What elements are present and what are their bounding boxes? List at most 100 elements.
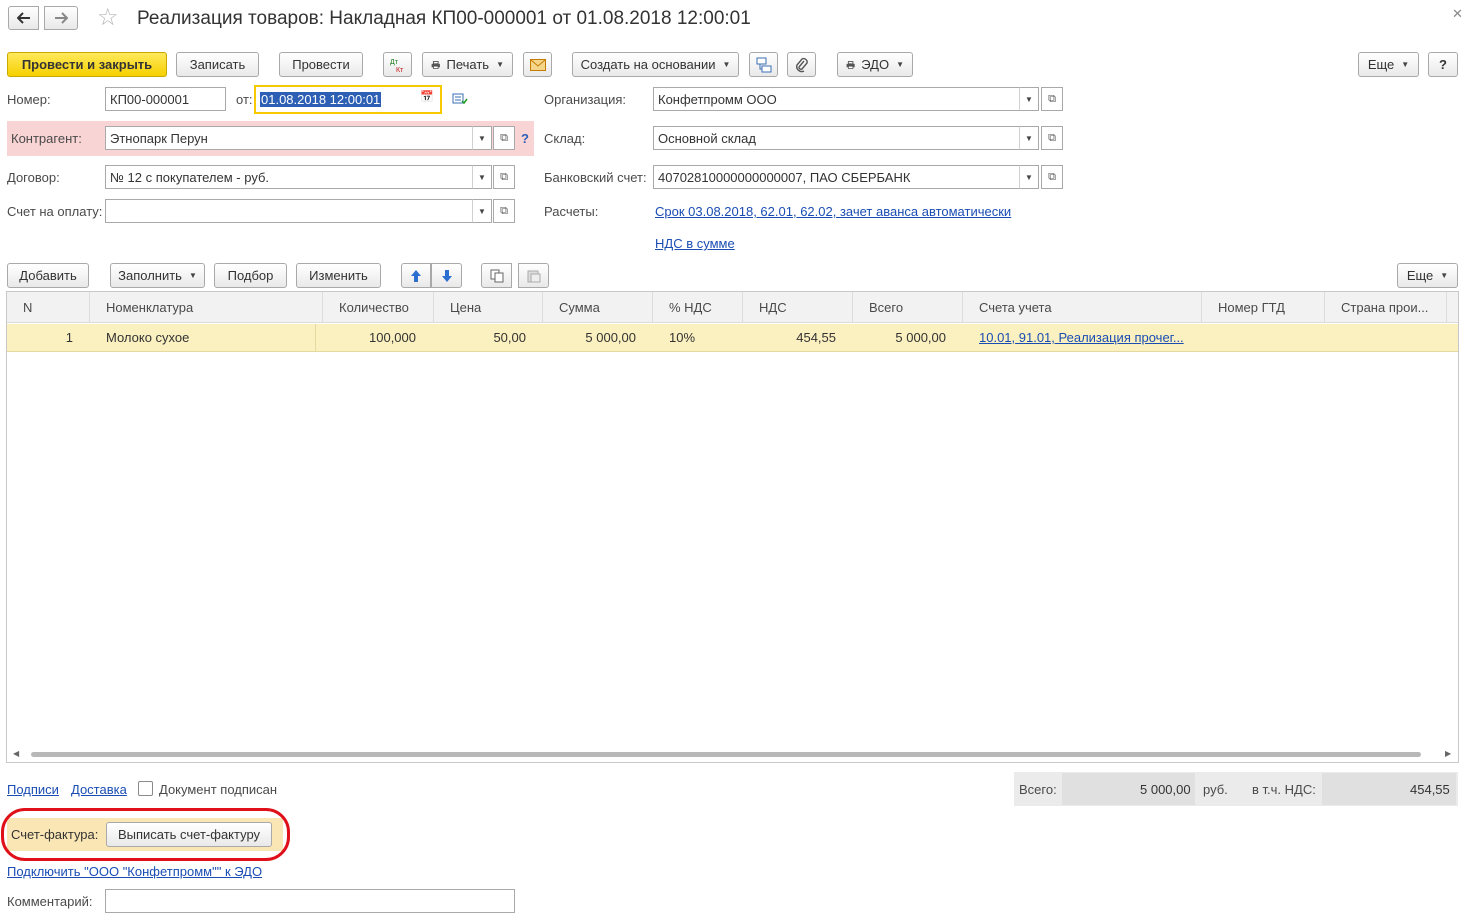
settlements-link[interactable]: Срок 03.08.2018, 62.01, 62.02, зачет ава…	[655, 204, 1011, 219]
total-label: Всего:	[1019, 782, 1057, 797]
column-header[interactable]: Сумма	[543, 292, 653, 323]
help-button[interactable]: ?	[1428, 52, 1458, 77]
change-button[interactable]: Изменить	[296, 263, 381, 288]
scrollbar-thumb[interactable]	[31, 752, 1421, 757]
bank-account-open-icon[interactable]: ⧉	[1041, 165, 1063, 189]
column-header[interactable]: N	[7, 292, 90, 323]
table-header: N Номенклатура Количество Цена Сумма % Н…	[7, 292, 1458, 323]
contract-field[interactable]: № 12 с покупателем - руб.	[105, 165, 474, 189]
structure-button[interactable]	[749, 52, 778, 77]
organization-open-icon[interactable]: ⧉	[1041, 87, 1063, 111]
signed-checkbox[interactable]	[138, 781, 153, 796]
warehouse-label: Склад:	[544, 131, 586, 146]
edo-button[interactable]: ЭДО ▼	[837, 52, 913, 77]
connect-edo-link[interactable]: Подключить "ООО "Конфетпромм"" к ЭДО	[7, 864, 262, 879]
more-button[interactable]: Еще ▼	[1358, 52, 1419, 77]
post-button[interactable]: Провести	[279, 52, 363, 77]
column-header[interactable]: Цена	[434, 292, 543, 323]
cell-accounts-link[interactable]: 10.01, 91.01, Реализация прочег...	[979, 324, 1194, 352]
column-header[interactable]: Количество	[323, 292, 434, 323]
bank-account-dropdown-icon[interactable]: ▼	[1019, 165, 1039, 189]
arrow-down-icon	[441, 269, 452, 282]
horizontal-scrollbar[interactable]: ◀ ▶	[7, 747, 1458, 761]
post-and-close-button[interactable]: Провести и закрыть	[7, 52, 167, 77]
email-button[interactable]	[523, 52, 552, 77]
close-window-icon[interactable]: ✕	[1452, 6, 1463, 22]
column-header[interactable]: Счета учета	[963, 292, 1202, 323]
create-based-on-button[interactable]: Создать на основании ▼	[572, 52, 739, 77]
signed-label: Документ подписан	[159, 782, 278, 797]
hierarchy-icon	[756, 57, 771, 72]
annotation-red-ellipse	[1, 808, 290, 861]
table-more-button[interactable]: Еще ▼	[1397, 263, 1458, 288]
attach-button[interactable]	[787, 52, 816, 77]
bank-account-field[interactable]: 40702810000000000007, ПАО СБЕРБАНК	[653, 165, 1020, 189]
contractor-open-icon[interactable]: ⧉	[493, 126, 515, 150]
vat-included-label: в т.ч. НДС:	[1252, 782, 1316, 797]
column-header[interactable]: % НДС	[653, 292, 743, 323]
svg-text:Дт: Дт	[390, 59, 399, 66]
print-button[interactable]: Печать ▼	[422, 52, 513, 77]
favorite-star-icon[interactable]: ☆	[97, 5, 119, 31]
column-header[interactable]: Номер ГТД	[1202, 292, 1325, 323]
date-label: от:	[236, 92, 253, 107]
pick-button[interactable]: Подбор	[214, 263, 287, 288]
vat-in-amount-link[interactable]: НДС в сумме	[655, 236, 735, 251]
date-field[interactable]: 01.08.2018 12:00:01	[254, 85, 442, 114]
table-row[interactable]: 1 Молоко сухое 100,000 50,00 5 000,00 10…	[7, 324, 1458, 352]
contract-label: Договор:	[7, 170, 60, 185]
contractor-label: Контрагент:	[11, 131, 82, 146]
cell-total: 5 000,00	[895, 330, 946, 345]
forward-button[interactable]	[44, 6, 78, 30]
payment-invoice-field[interactable]	[105, 199, 474, 223]
number-field[interactable]: КП00-000001	[105, 87, 226, 111]
save-button[interactable]: Записать	[176, 52, 259, 77]
payment-invoice-label: Счет на оплату:	[7, 204, 103, 219]
copy-icon	[490, 269, 503, 282]
contractor-help-icon[interactable]: ?	[521, 131, 529, 146]
date-value: 01.08.2018 12:00:01	[260, 92, 382, 107]
contractor-field[interactable]: Этнопарк Перун	[105, 126, 474, 150]
contract-open-icon[interactable]: ⧉	[493, 165, 515, 189]
cell-qty: 100,000	[369, 330, 416, 345]
fill-button[interactable]: Заполнить ▼	[110, 263, 205, 288]
payment-invoice-dropdown-icon[interactable]: ▼	[472, 199, 492, 223]
paste-row-button[interactable]	[518, 263, 549, 288]
calendar-icon[interactable]: 📅	[420, 90, 434, 103]
scroll-right-icon[interactable]: ▶	[1445, 749, 1451, 758]
chevron-down-icon: ▼	[896, 60, 904, 69]
cell-gtd	[1218, 324, 1318, 352]
scroll-left-icon[interactable]: ◀	[13, 749, 19, 758]
signatures-link[interactable]: Подписи	[7, 782, 59, 797]
move-up-button[interactable]	[401, 263, 431, 288]
column-header[interactable]: Страна прои...	[1325, 292, 1447, 323]
warehouse-dropdown-icon[interactable]: ▼	[1019, 126, 1039, 150]
arrow-right-icon	[55, 12, 68, 24]
organization-field[interactable]: Конфетпромм ООО	[653, 87, 1020, 111]
cell-country	[1341, 324, 1441, 352]
history-icon[interactable]	[452, 92, 468, 109]
warehouse-open-icon[interactable]: ⧉	[1041, 126, 1063, 150]
chevron-down-icon: ▼	[188, 271, 197, 280]
dtkt-button[interactable]: Дт Кт	[383, 52, 412, 77]
column-header[interactable]: НДС	[743, 292, 853, 323]
organization-dropdown-icon[interactable]: ▼	[1019, 87, 1039, 111]
comment-label: Комментарий:	[7, 894, 93, 909]
column-header[interactable]: Всего	[853, 292, 963, 323]
back-button[interactable]	[8, 6, 39, 30]
payment-invoice-open-icon[interactable]: ⧉	[493, 199, 515, 223]
copy-row-button[interactable]	[481, 263, 512, 288]
edo-icon	[846, 60, 855, 69]
contract-dropdown-icon[interactable]: ▼	[472, 165, 492, 189]
move-down-button[interactable]	[431, 263, 462, 288]
add-row-button[interactable]: Добавить	[7, 263, 89, 288]
contractor-dropdown-icon[interactable]: ▼	[472, 126, 492, 150]
svg-text:Кт: Кт	[396, 67, 404, 74]
comment-field[interactable]	[105, 889, 515, 913]
column-header[interactable]: Номенклатура	[90, 292, 323, 323]
chevron-down-icon: ▼	[1401, 60, 1410, 69]
delivery-link[interactable]: Доставка	[71, 782, 127, 797]
arrow-left-icon	[16, 12, 30, 24]
paperclip-icon	[795, 57, 808, 72]
warehouse-field[interactable]: Основной склад	[653, 126, 1020, 150]
